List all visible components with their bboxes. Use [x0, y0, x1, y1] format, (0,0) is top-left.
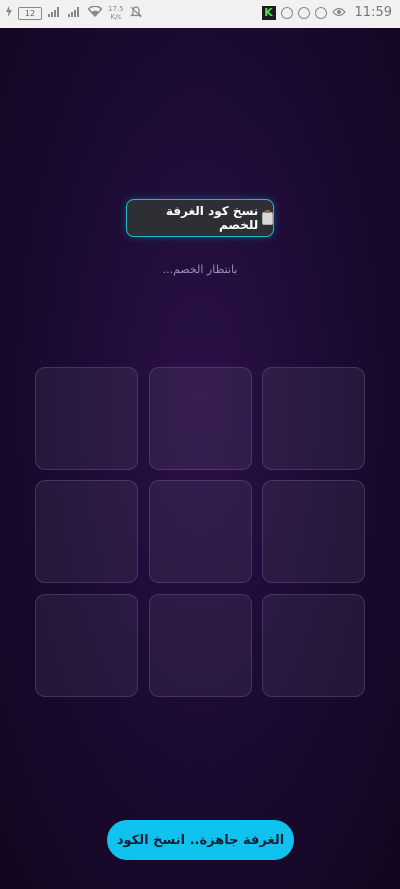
room-ready-label: الغرفة جاهزة.. انسخ الكود — [116, 832, 285, 848]
charging-icon — [6, 6, 12, 20]
mute-icon — [129, 5, 142, 21]
room-ready-copy-button[interactable]: الغرفة جاهزة.. انسخ الكود — [107, 820, 294, 860]
board-cell-6[interactable] — [262, 480, 365, 583]
game-screen: 12 17.5 K/s K 11:59 نسخ كود الغرفة للخصم… — [0, 0, 400, 889]
copy-room-code-label: نسخ كود الغرفة للخصم — [165, 204, 259, 232]
board-cell-2[interactable] — [149, 367, 252, 470]
status-bar: 12 17.5 K/s K 11:59 — [0, 0, 400, 28]
app-k-icon: K — [261, 5, 276, 20]
board-cell-4[interactable] — [35, 480, 138, 583]
network-speed-unit: K/s — [110, 13, 122, 21]
board-cell-7[interactable] — [35, 594, 138, 697]
network-speed: 17.5 K/s — [108, 5, 124, 21]
board-cell-5[interactable] — [149, 480, 252, 583]
board-cell-9[interactable] — [262, 594, 365, 697]
wifi-icon — [87, 5, 103, 20]
battery-icon: 12 — [18, 6, 42, 20]
signal-icon — [68, 6, 82, 20]
clipboard-icon — [262, 209, 273, 225]
eye-icon — [331, 6, 346, 20]
settings-circle-icon — [280, 6, 293, 19]
copy-room-code-button[interactable]: نسخ كود الغرفة للخصم — [126, 199, 274, 237]
waiting-status: بانتظار الخصم... — [162, 263, 238, 276]
signal-icon — [48, 6, 62, 20]
board-cell-8[interactable] — [149, 594, 252, 697]
whatsapp-icon — [297, 6, 310, 19]
game-board — [35, 367, 366, 697]
sim-icon — [314, 6, 327, 19]
network-speed-value: 17.5 — [108, 5, 124, 13]
board-cell-3[interactable] — [262, 367, 365, 470]
board-cell-1[interactable] — [35, 367, 138, 470]
clock: 11:59 — [354, 5, 392, 20]
